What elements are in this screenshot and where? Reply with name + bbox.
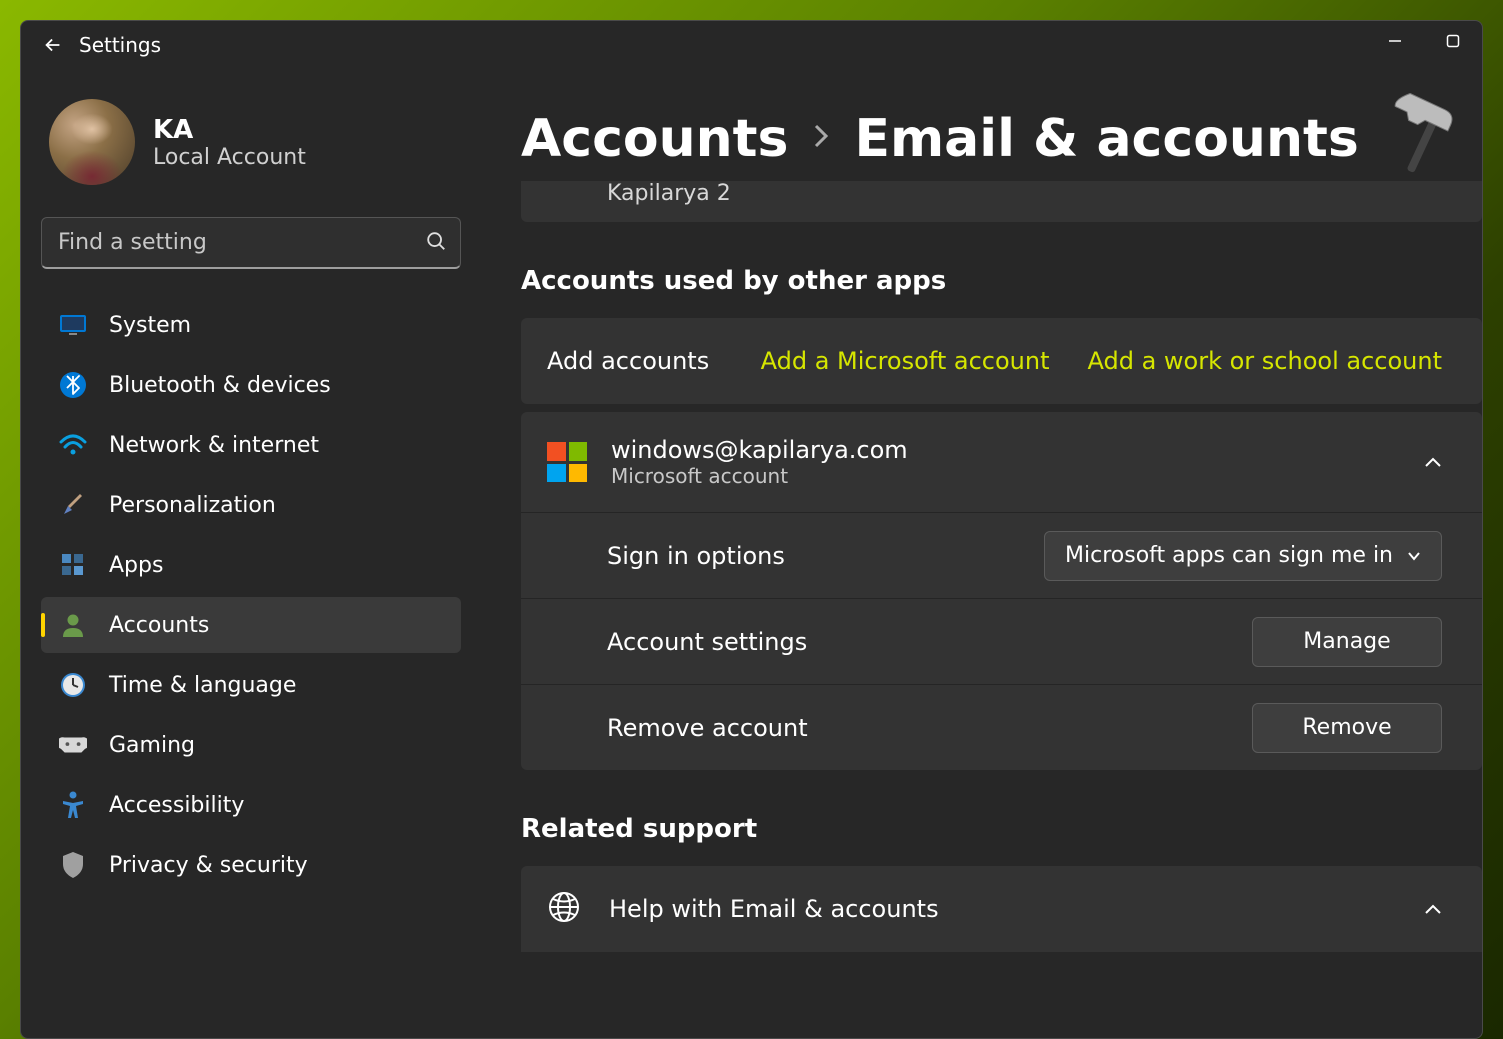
user-name: KA [153,115,306,145]
add-accounts-card: Add accounts Add a Microsoft account Add… [521,318,1482,404]
accounts-icon [59,611,87,639]
breadcrumb-parent[interactable]: Accounts [521,109,788,169]
avatar [49,99,135,185]
gamepad-icon [59,731,87,759]
sidebar-item-privacy[interactable]: Privacy & security [41,837,461,893]
paintbrush-icon [59,491,87,519]
app-title: Settings [79,33,161,57]
chevron-down-icon [1407,551,1421,561]
accessibility-icon [59,791,87,819]
breadcrumb: Accounts Email & accounts [521,109,1482,169]
chevron-up-icon [1424,900,1442,919]
nav-label: Personalization [109,493,276,518]
main-content: Accounts Email & accounts Kapilarya 2 Ac… [481,69,1482,1038]
partial-account-row[interactable]: Kapilarya 2 [521,181,1482,222]
help-email-accounts-row[interactable]: Help with Email & accounts [521,866,1482,952]
account-settings-row: Account settings Manage [521,598,1482,684]
signin-options-label: Sign in options [547,542,1044,570]
sidebar-item-gaming[interactable]: Gaming [41,717,461,773]
add-work-school-account-link[interactable]: Add a work or school account [1087,347,1442,375]
settings-window: Settings KA Local Account [20,20,1483,1039]
titlebar: Settings [21,21,1482,69]
sidebar-item-accessibility[interactable]: Accessibility [41,777,461,833]
search-input[interactable] [41,217,461,269]
account-card: windows@kapilarya.com Microsoft account … [521,412,1482,770]
shield-icon [59,851,87,879]
sidebar-item-personalization[interactable]: Personalization [41,477,461,533]
maximize-icon [1446,34,1460,48]
microsoft-logo-icon [547,442,587,482]
bluetooth-icon [59,371,87,399]
sidebar-item-bluetooth[interactable]: Bluetooth & devices [41,357,461,413]
signin-options-dropdown[interactable]: Microsoft apps can sign me in [1044,531,1442,581]
nav-label: System [109,313,191,338]
nav-label: Privacy & security [109,853,308,878]
help-email-accounts-label: Help with Email & accounts [609,895,1396,923]
sidebar: KA Local Account System [21,69,481,1038]
add-accounts-row: Add accounts Add a Microsoft account Add… [521,318,1482,404]
globe-icon [547,890,581,928]
add-accounts-label: Add accounts [547,347,761,375]
minimize-icon [1388,34,1402,48]
account-email: windows@kapilarya.com [611,436,908,464]
maximize-button[interactable] [1424,21,1482,61]
nav-label: Accessibility [109,793,244,818]
add-microsoft-account-link[interactable]: Add a Microsoft account [761,347,1050,375]
remove-account-label: Remove account [547,714,1252,742]
signin-options-row: Sign in options Microsoft apps can sign … [521,512,1482,598]
minimize-button[interactable] [1366,21,1424,61]
back-arrow-icon [42,34,64,56]
account-settings-label: Account settings [547,628,1252,656]
user-subtitle: Local Account [153,145,306,170]
nav-label: Network & internet [109,433,319,458]
sidebar-item-apps[interactable]: Apps [41,537,461,593]
clock-icon [59,671,87,699]
section-heading-other-apps: Accounts used by other apps [521,266,1482,296]
system-icon [59,311,87,339]
signin-options-value: Microsoft apps can sign me in [1065,543,1393,568]
wifi-icon [59,431,87,459]
chevron-right-icon [812,122,830,157]
nav-label: Bluetooth & devices [109,373,331,398]
user-block[interactable]: KA Local Account [41,99,461,185]
window-controls [1366,21,1482,61]
account-type: Microsoft account [611,464,908,488]
section-heading-related-support: Related support [521,814,1482,844]
sidebar-item-network[interactable]: Network & internet [41,417,461,473]
search-icon[interactable] [425,230,447,256]
sidebar-item-time-language[interactable]: Time & language [41,657,461,713]
partial-account-name: Kapilarya 2 [607,181,1482,206]
breadcrumb-current: Email & accounts [854,109,1358,169]
manage-button[interactable]: Manage [1252,617,1442,667]
nav-label: Apps [109,553,163,578]
search-wrap [41,217,461,269]
account-header[interactable]: windows@kapilarya.com Microsoft account [521,412,1482,512]
chevron-up-icon [1424,453,1442,472]
sidebar-item-accounts[interactable]: Accounts [41,597,461,653]
nav-label: Gaming [109,733,195,758]
back-button[interactable] [33,25,73,65]
nav-label: Time & language [109,673,296,698]
remove-account-row: Remove account Remove [521,684,1482,770]
apps-icon [59,551,87,579]
sidebar-item-system[interactable]: System [41,297,461,353]
nav: System Bluetooth & devices Network & int… [41,297,461,893]
remove-button[interactable]: Remove [1252,703,1442,753]
nav-label: Accounts [109,613,209,638]
